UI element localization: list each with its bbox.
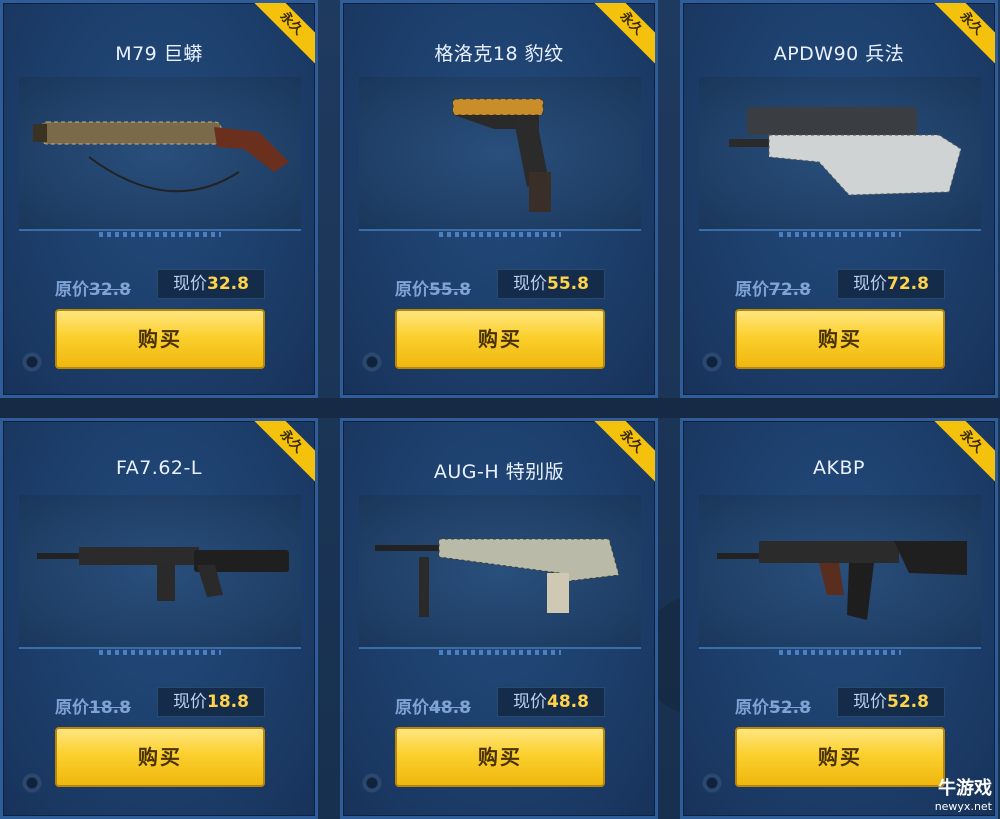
original-price: 原价18.8 [55, 698, 131, 718]
row-divider [0, 398, 1000, 418]
product-image [19, 495, 301, 655]
original-price: 原价72.8 [735, 280, 811, 300]
smg-icon [729, 107, 962, 196]
product-title: FA7.62-L [116, 457, 202, 479]
product-title: M79 巨蟒 [115, 43, 203, 65]
original-price: 原价32.8 [55, 280, 131, 300]
price-row: 原价32.8 现价32.8 [3, 269, 315, 301]
bullet-hole-icon [355, 770, 389, 796]
product-title: AKBP [813, 457, 865, 479]
price-row: 原价72.8 现价72.8 [683, 269, 995, 301]
product-title: 格洛克18 豹纹 [434, 43, 564, 65]
product-image [699, 495, 981, 655]
original-price: 原价48.8 [395, 698, 471, 718]
price-row: 原价18.8 现价18.8 [3, 687, 315, 719]
original-price: 原价55.8 [395, 280, 471, 300]
current-price: 现价32.8 [157, 269, 265, 299]
product-card: 永久 格洛克18 豹纹 原价55.8 现价55.8 购买 [340, 0, 658, 398]
product-card: 永久 AKBP 原价52.8 现价52.8 购买 [680, 418, 998, 819]
bullet-hole-icon [15, 349, 49, 375]
product-image [359, 495, 641, 655]
buy-button[interactable]: 购买 [395, 309, 605, 369]
buy-button[interactable]: 购买 [55, 727, 265, 787]
product-card: 永久 APDW90 兵法 原价72.8 现价72.8 购买 [680, 0, 998, 398]
product-card: 永久 FA7.62-L 原价18.8 现价18.8 购买 [0, 418, 318, 819]
buy-button[interactable]: 购买 [735, 309, 945, 369]
product-image [19, 77, 301, 237]
grenade-launcher-icon [33, 121, 289, 193]
assault-rifle-icon [717, 541, 967, 620]
bullet-hole-icon [695, 770, 729, 796]
bullpup-rifle-icon [375, 538, 620, 617]
pistol-icon [452, 98, 551, 212]
current-price: 现价48.8 [497, 687, 605, 717]
price-row: 原价55.8 现价55.8 [343, 269, 655, 301]
product-image [699, 77, 981, 237]
product-image [359, 77, 641, 237]
site-watermark: 牛游戏 newyx.net [934, 778, 992, 813]
rifle-icon [37, 547, 289, 601]
current-price: 现价52.8 [837, 687, 945, 717]
price-row: 原价48.8 现价48.8 [343, 687, 655, 719]
price-row: 原价52.8 现价52.8 [683, 687, 995, 719]
bullet-hole-icon [695, 349, 729, 375]
current-price: 现价55.8 [497, 269, 605, 299]
buy-button[interactable]: 购买 [735, 727, 945, 787]
product-card: 永久 M79 巨蟒 原价32.8 现价32.8 购买 [0, 0, 318, 398]
original-price: 原价52.8 [735, 698, 811, 718]
product-title: APDW90 兵法 [773, 43, 905, 65]
current-price: 现价18.8 [157, 687, 265, 717]
buy-button[interactable]: 购买 [55, 309, 265, 369]
bullet-hole-icon [355, 349, 389, 375]
bullet-hole-icon [15, 770, 49, 796]
buy-button[interactable]: 购买 [395, 727, 605, 787]
product-title: AUG-H 特别版 [433, 461, 565, 483]
product-card: 永久 AUG-H 特别版 原价48.8 现价48.8 购买 [340, 418, 658, 819]
current-price: 现价72.8 [837, 269, 945, 299]
